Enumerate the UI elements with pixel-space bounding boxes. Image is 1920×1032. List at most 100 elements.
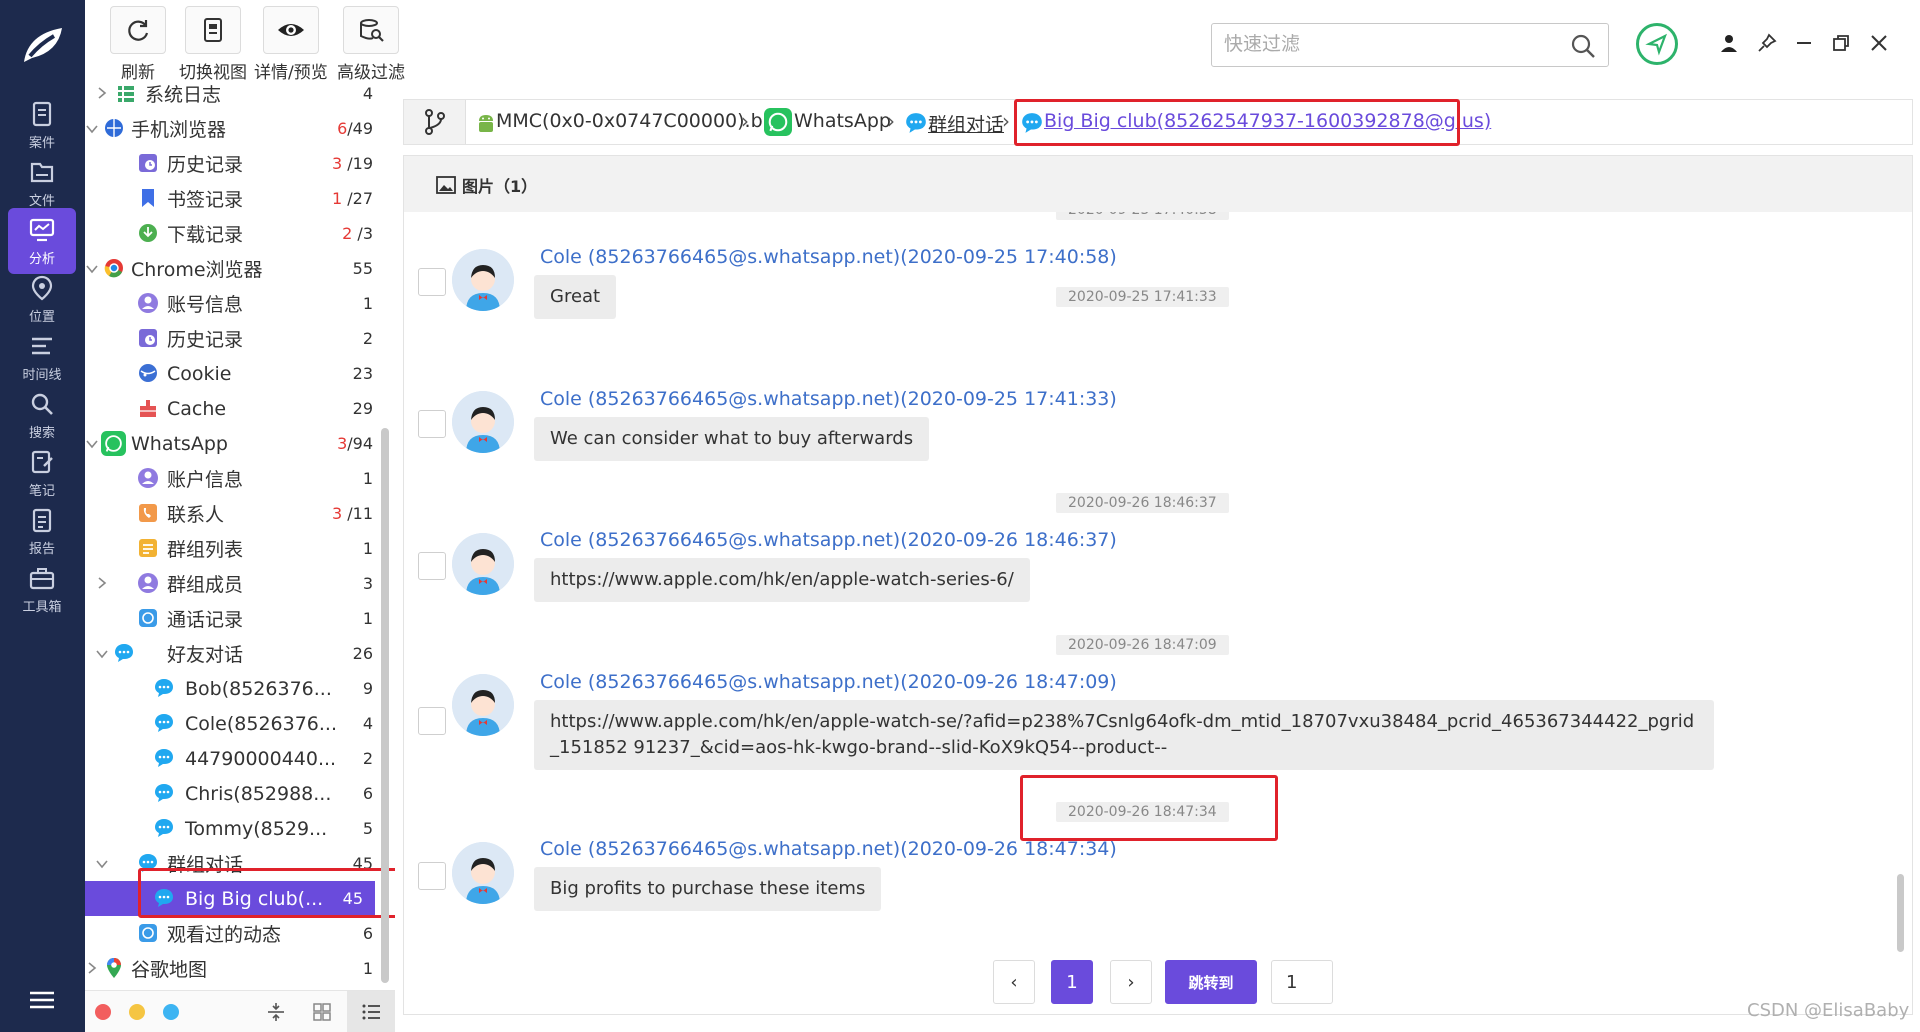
tree-row-group-members[interactable]: 群组成员 3 [85,566,385,601]
tree-row-system-log[interactable]: 系统日志 4 [85,80,385,111]
avatar [452,391,514,453]
crumb-category[interactable]: 群组对话 [928,110,1004,137]
message-timestamp: 2020-09-26 18:46:37 [1056,493,1229,513]
quick-filter-input[interactable] [1224,32,1554,58]
rail-item-timeline[interactable]: 时间线 [8,324,76,390]
switch-view-button[interactable]: 切换视图 [179,6,247,83]
tree-row-chat-chris[interactable]: Chris(852988... 6 [85,776,385,811]
hamburger-menu-icon[interactable] [28,990,56,1010]
yellow-dot-icon[interactable] [129,1004,145,1020]
red-dot-icon[interactable] [95,1004,111,1020]
advanced-filter-button[interactable]: 高级过滤 [337,6,405,83]
crumb-app[interactable]: WhatsApp [794,110,891,132]
tree-count: 6 [362,784,373,803]
blue-dot-icon[interactable] [163,1004,179,1020]
rail-item-files[interactable]: 文件 [8,150,76,216]
prev-page-button[interactable]: ‹ [993,960,1035,1004]
tree-row-wa-account[interactable]: 账户信息 1 [85,461,385,496]
tree-row-call-log[interactable]: 通话记录 1 [85,601,385,636]
tree-row-mb-history[interactable]: 历史记录 3 /19 [85,146,385,181]
chat-scrollbar[interactable] [1897,874,1904,952]
tree-row-downloads[interactable]: 下载记录 2 /3 [85,216,385,251]
tree-count: 9 [362,679,373,698]
message-checkbox[interactable] [418,707,446,735]
chrome-icon [104,259,123,278]
tree-count: 3/94 [337,434,373,453]
tree-row-wa-contacts[interactable]: 联系人 3 /11 [85,496,385,531]
tree-label: 手机浏览器 [131,119,227,141]
tree-row-chat-4479[interactable]: 44790000440... 2 [85,741,385,776]
search-icon[interactable] [1570,33,1596,59]
chevron-down-icon[interactable] [85,122,99,136]
chevron-down-icon[interactable] [85,437,99,451]
message-checkbox[interactable] [418,410,446,438]
chevron-right-icon[interactable] [95,576,109,590]
tree-row-chat-bob[interactable]: Bob(8526376... 9 [85,671,385,706]
message-sender: Cole (85263766465@s.whatsapp.net)(2020-0… [540,671,1117,693]
minimize-icon[interactable] [1793,32,1815,54]
branch-button[interactable] [404,100,466,144]
page-1-button[interactable]: 1 [1051,960,1093,1004]
highlight-box-timestamp [1020,775,1278,841]
tree-row-google-maps[interactable]: 谷歌地图 1 [85,951,385,986]
message-checkbox[interactable] [418,862,446,890]
chevron-down-icon[interactable] [95,647,109,661]
message-sender: Cole (85263766465@s.whatsapp.net)(2020-0… [540,246,1117,268]
avatar-icon [452,842,514,904]
chevron-down-icon[interactable] [85,262,99,276]
tree-row-chat-tommy[interactable]: Tommy(8529... 5 [85,811,385,846]
rail-label-toolbox: 工具箱 [22,599,62,615]
message-sender: Cole (85263766465@s.whatsapp.net)(2020-0… [540,838,1117,860]
chevron-right-icon[interactable] [85,961,99,975]
tree-row-cookie[interactable]: Cookie 23 [85,356,385,391]
rail-item-case[interactable]: 案件 [8,92,76,158]
tree-row-chrome-account[interactable]: 账号信息 1 [85,286,385,321]
tree-row-chrome[interactable]: Chrome浏览器 55 [85,251,385,286]
rail-label-files: 文件 [28,193,55,209]
tree-scrollbar[interactable] [381,428,389,983]
rail-item-notes[interactable]: 笔记 [8,440,76,506]
tree-row-group-list[interactable]: 群组列表 1 [85,531,385,566]
tree-row-chat-cole[interactable]: Cole(8526376... 4 [85,706,385,741]
restore-icon[interactable] [1830,32,1852,54]
detail-preview-button[interactable]: 详情/预览 [254,6,328,83]
avatar-icon [452,533,514,595]
rail-label-location: 位置 [28,309,55,325]
tree-label: 历史记录 [167,154,244,176]
close-icon[interactable] [1868,32,1890,54]
chevron-right-icon[interactable] [95,86,109,100]
tab-images[interactable]: 图片（1） [436,173,537,197]
collapse-icon[interactable] [265,1001,287,1023]
next-page-button[interactable]: › [1110,960,1152,1004]
tree-row-mobile-browser[interactable]: 手机浏览器 6/49 [85,111,385,146]
send-circle-button[interactable] [1636,23,1678,65]
list-view-icon [362,1004,380,1020]
list-view-button[interactable] [347,991,395,1032]
tree-row-friend-chats[interactable]: 好友对话 26 [85,636,385,671]
refresh-button[interactable]: 刷新 [110,6,166,83]
tree-count: 1 [362,609,373,628]
tree-row-viewed-status[interactable]: 观看过的动态 6 [85,916,385,951]
message-checkbox[interactable] [418,268,446,296]
message-checkbox[interactable] [418,552,446,580]
tree-row-whatsapp[interactable]: WhatsApp 3/94 [85,426,385,461]
rail-item-location[interactable]: 位置 [8,266,76,332]
tree-label: Bob(8526376... [185,677,332,700]
tree-row-cache[interactable]: Cache 29 [85,391,385,426]
crumb-source[interactable]: MMC(0x0-0x0747C00000).bin [496,110,780,132]
rail-item-toolbox[interactable]: 工具箱 [8,556,76,622]
tree-row-bookmarks[interactable]: 书签记录 1 /27 [85,181,385,216]
grid-view-icon[interactable] [311,1001,333,1023]
user-icon[interactable] [1718,32,1740,54]
rail-item-search[interactable]: 搜索 [8,382,76,448]
tree-count: 3 /11 [331,504,373,523]
account-icon [138,468,158,488]
pin-icon[interactable] [1756,32,1778,54]
jump-page-input[interactable]: 1 [1271,960,1333,1004]
tree-row-chrome-history[interactable]: 历史记录 2 [85,321,385,356]
chevron-down-icon[interactable] [95,857,109,871]
rail-item-analysis[interactable]: 分析 [8,208,76,274]
mobile-browser-icon [105,119,123,137]
jump-to-button[interactable]: 跳转到 [1165,960,1257,1004]
rail-item-report[interactable]: 报告 [8,498,76,564]
